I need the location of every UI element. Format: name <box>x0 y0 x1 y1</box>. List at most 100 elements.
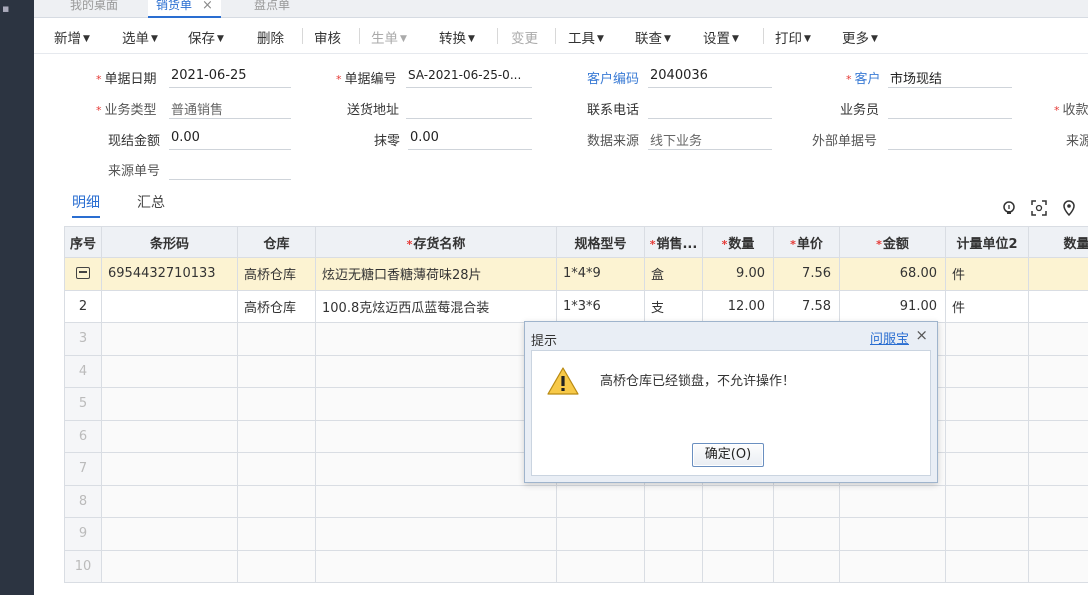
external-no-field[interactable] <box>888 130 1012 150</box>
cell-empty[interactable] <box>315 452 557 486</box>
cell-empty[interactable] <box>839 484 946 518</box>
cell-empty[interactable] <box>1028 484 1088 518</box>
customer-field[interactable]: 市场现结 <box>888 68 1012 88</box>
toolbar-save[interactable]: 保存 ▼ <box>188 27 224 47</box>
col-header-warehouse[interactable]: 仓库 <box>237 226 316 258</box>
col-header-sales-unit[interactable]: *销售... <box>644 226 703 258</box>
cash-amount-field[interactable]: 0.00 <box>169 130 291 150</box>
customer-label[interactable]: * 客户 <box>846 68 881 87</box>
cell-empty[interactable] <box>702 484 774 518</box>
dialog-help-link[interactable]: 问服宝 <box>870 328 909 347</box>
toolbar-tools[interactable]: 工具 ▼ <box>568 27 604 47</box>
table-row[interactable]: 8 <box>64 484 1088 518</box>
cell-empty[interactable] <box>945 484 1029 518</box>
scan-icon[interactable] <box>1030 200 1048 218</box>
cell-empty[interactable] <box>773 549 840 583</box>
col-header-barcode[interactable]: 条形码 <box>101 226 238 258</box>
row-handle[interactable] <box>64 257 102 291</box>
cell-empty[interactable] <box>101 419 238 453</box>
col-header-unit2[interactable]: 计量单位2 <box>945 226 1029 258</box>
delivery-address-field[interactable] <box>406 99 532 119</box>
cell-empty[interactable] <box>945 387 1029 421</box>
customer-code-field[interactable]: 2040036 <box>648 68 772 88</box>
cell-empty[interactable] <box>237 452 316 486</box>
tab-stocktake[interactable]: 盘点单 <box>254 0 290 18</box>
cell-empty[interactable] <box>945 549 1029 583</box>
salesperson-field[interactable] <box>888 99 1012 119</box>
bill-no-field[interactable]: SA-2021-06-25-0... <box>406 68 532 88</box>
bill-date-field[interactable]: 2021-06-25 <box>169 68 291 88</box>
tab-summary[interactable]: 汇总 <box>137 192 165 212</box>
toolbar-more[interactable]: 更多 ▼ <box>842 27 878 47</box>
cell-sales-unit[interactable]: 盒 <box>644 257 703 291</box>
cell-empty[interactable] <box>315 484 557 518</box>
cell-empty[interactable] <box>101 484 238 518</box>
cell-empty[interactable] <box>237 419 316 453</box>
cell-empty[interactable] <box>702 517 774 551</box>
col-header-price[interactable]: *单价 <box>773 226 840 258</box>
cell-empty[interactable] <box>839 517 946 551</box>
tab-sales-invoice[interactable]: 销货单 × <box>148 0 221 18</box>
cell-sales-unit[interactable]: 支 <box>644 289 703 323</box>
cell-qty2[interactable] <box>1028 257 1088 291</box>
col-header-seq[interactable]: 序号 <box>64 226 102 258</box>
cell-empty[interactable] <box>1028 452 1088 486</box>
cell-empty[interactable] <box>101 452 238 486</box>
cell-empty[interactable] <box>556 484 645 518</box>
cell-item-name[interactable]: 100.8克炫迈西瓜蓝莓混合装 <box>315 289 557 323</box>
cell-empty[interactable] <box>237 549 316 583</box>
col-header-spec[interactable]: 规格型号 <box>556 226 645 258</box>
cell-empty[interactable] <box>644 484 703 518</box>
cell-price[interactable]: 7.58 <box>773 289 840 323</box>
cell-amount[interactable]: 68.00 <box>839 257 946 291</box>
tab-my-desktop[interactable]: 我的桌面 <box>70 0 118 18</box>
ok-button[interactable]: 确定(O) <box>692 443 764 467</box>
cell-empty[interactable] <box>1028 419 1088 453</box>
cell-empty[interactable] <box>1028 517 1088 551</box>
cell-barcode[interactable]: 6954432710133 <box>101 257 238 291</box>
cell-empty[interactable] <box>237 484 316 518</box>
cell-empty[interactable] <box>773 484 840 518</box>
lightbulb-icon[interactable] <box>1000 200 1018 218</box>
cell-empty[interactable] <box>101 549 238 583</box>
cell-empty[interactable] <box>945 517 1029 551</box>
cell-empty[interactable] <box>101 387 238 421</box>
col-header-item-name[interactable]: *存货名称 <box>315 226 557 258</box>
cell-warehouse[interactable]: 高桥仓库 <box>237 257 316 291</box>
cell-empty[interactable] <box>101 322 238 356</box>
cell-price[interactable]: 7.56 <box>773 257 840 291</box>
table-row[interactable]: 2 高桥仓库 100.8克炫迈西瓜蓝莓混合装 1*3*6 支 12.00 7.5… <box>64 289 1088 323</box>
cell-empty[interactable] <box>315 419 557 453</box>
toolbar-settings[interactable]: 设置 ▼ <box>703 27 739 47</box>
cell-empty[interactable] <box>945 452 1029 486</box>
toolbar-print[interactable]: 打印 ▼ <box>775 27 811 47</box>
biz-type-field[interactable]: 普通销售 <box>169 99 291 119</box>
tab-detail[interactable]: 明细 <box>72 192 100 218</box>
cell-empty[interactable] <box>644 517 703 551</box>
cell-qty[interactable]: 9.00 <box>702 257 774 291</box>
col-header-qty2[interactable]: 数量 <box>1028 226 1088 258</box>
cell-empty[interactable] <box>315 387 557 421</box>
table-row[interactable]: 6954432710133 高桥仓库 炫迈无糖口香糖薄荷味28片 1*4*9 盒… <box>64 257 1088 291</box>
toolbar-generate[interactable]: 生单 ▼ <box>371 27 407 47</box>
col-header-amount[interactable]: *金额 <box>839 226 946 258</box>
cell-empty[interactable] <box>315 354 557 388</box>
table-row[interactable]: 9 <box>64 517 1088 551</box>
cell-empty[interactable] <box>237 387 316 421</box>
cell-spec[interactable]: 1*4*9 <box>556 257 645 291</box>
cell-empty[interactable] <box>315 549 557 583</box>
cell-empty[interactable] <box>556 517 645 551</box>
cell-empty[interactable] <box>644 549 703 583</box>
cell-amount[interactable]: 91.00 <box>839 289 946 323</box>
cell-empty[interactable] <box>101 517 238 551</box>
phone-field[interactable] <box>648 99 772 119</box>
cell-empty[interactable] <box>101 354 238 388</box>
cell-empty[interactable] <box>237 354 316 388</box>
cell-empty[interactable] <box>945 322 1029 356</box>
col-header-qty[interactable]: *数量 <box>702 226 774 258</box>
cell-unit2[interactable]: 件 <box>945 289 1029 323</box>
cell-empty[interactable] <box>237 322 316 356</box>
cell-qty2[interactable] <box>1028 289 1088 323</box>
toolbar-change[interactable]: 变更 <box>511 27 538 47</box>
customer-code-label[interactable]: 客户编码 <box>587 68 639 87</box>
